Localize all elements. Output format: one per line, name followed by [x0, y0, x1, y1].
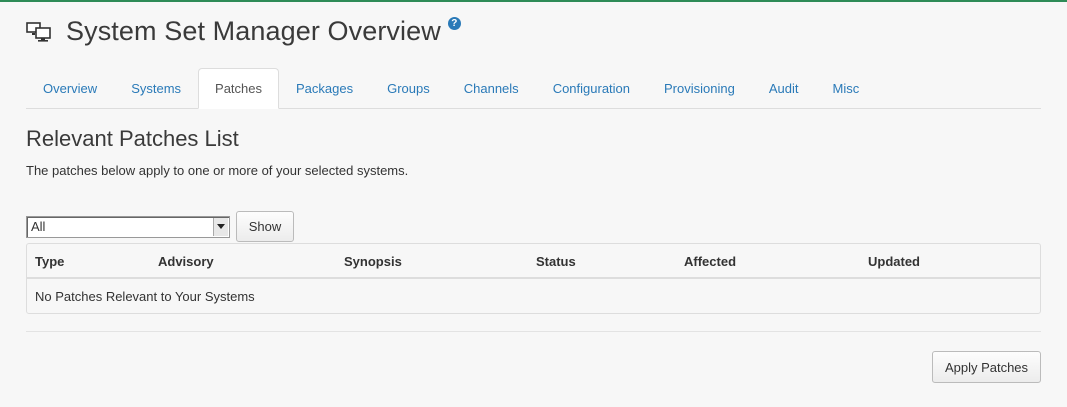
apply-patches-button[interactable]: Apply Patches [932, 351, 1041, 383]
chevron-down-icon[interactable] [213, 217, 228, 236]
tab-overview[interactable]: Overview [26, 68, 114, 109]
tab-packages[interactable]: Packages [279, 68, 370, 109]
tab-channels[interactable]: Channels [447, 68, 536, 109]
page-header: System Set Manager Overview ? [26, 16, 461, 47]
patches-table: Type Advisory Synopsis Status Affected U… [26, 243, 1041, 314]
tab-systems[interactable]: Systems [114, 68, 198, 109]
patch-filter-value: All [31, 218, 46, 234]
column-type[interactable]: Type [35, 254, 64, 269]
patch-filter-select[interactable]: All [26, 215, 230, 238]
empty-table-message: No Patches Relevant to Your Systems [35, 289, 255, 304]
column-synopsis[interactable]: Synopsis [344, 254, 402, 269]
divider [26, 331, 1041, 332]
tab-bar: Overview Systems Patches Packages Groups… [26, 68, 1041, 109]
section-description: The patches below apply to one or more o… [26, 163, 409, 178]
tab-patches[interactable]: Patches [198, 68, 280, 109]
section-title: Relevant Patches List [26, 126, 239, 151]
tab-configuration[interactable]: Configuration [536, 68, 647, 109]
filter-row: All Show [26, 211, 294, 242]
column-updated[interactable]: Updated [868, 254, 920, 269]
tab-misc[interactable]: Misc [815, 68, 876, 109]
desktop-systems-icon [26, 21, 51, 42]
tab-groups[interactable]: Groups [370, 68, 447, 109]
column-advisory[interactable]: Advisory [158, 254, 214, 269]
help-icon[interactable]: ? [447, 17, 461, 30]
column-affected[interactable]: Affected [684, 254, 736, 269]
page-title: System Set Manager Overview [66, 16, 441, 46]
table-header: Type Advisory Synopsis Status Affected U… [27, 244, 1040, 279]
show-button[interactable]: Show [236, 211, 294, 242]
column-status[interactable]: Status [536, 254, 576, 269]
tab-audit[interactable]: Audit [752, 68, 816, 109]
tab-provisioning[interactable]: Provisioning [647, 68, 752, 109]
